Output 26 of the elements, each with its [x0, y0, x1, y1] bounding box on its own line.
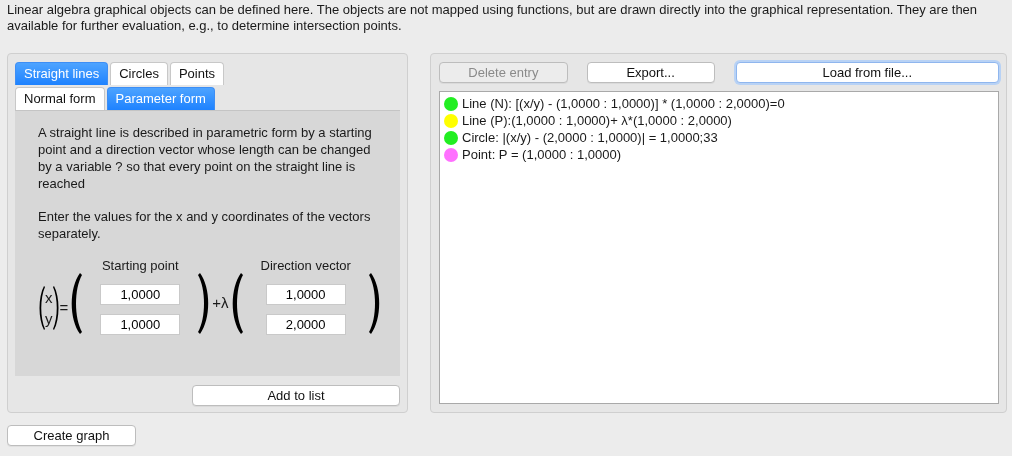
- field-label: Direction vector: [260, 257, 351, 275]
- add-to-list-button[interactable]: Add to list: [192, 385, 400, 406]
- parenthesis-icon: [38, 285, 45, 332]
- plus-lambda-text: +λ: [212, 293, 229, 313]
- list-entry[interactable]: Point: P = (1,0000 : 1,0000): [462, 146, 622, 163]
- list-entry[interactable]: Circle: |(x/y) - (2,0000 : 1,0000)| = 1,0000;33: [462, 129, 718, 146]
- number-field[interactable]: 1,0000: [100, 313, 181, 335]
- list-entry[interactable]: Line (P):(1,0000 : 1,0000)+ λ*(1,0000 : 2,0000): [462, 112, 732, 129]
- description-text: Enter the values for the x and y coordinates of the vectors separately.: [38, 208, 372, 242]
- description-text: A straight line is described in parametric form by a starting point and a direction vector whose length can be changed by a variable ? so that every point on the straight line is reached: [38, 124, 373, 192]
- parenthesis-icon: [52, 285, 60, 332]
- list-entry[interactable]: Line (N): [(x/y) - (1,0000 : 1,0000)] * (1,0000 : 2,0000)=0: [462, 95, 785, 112]
- toolbar-button[interactable]: Export...: [586, 62, 715, 83]
- variable-label: x: [45, 288, 53, 309]
- field-label: Starting point: [101, 257, 179, 275]
- tab[interactable]: Points: [169, 62, 225, 85]
- number-field[interactable]: 2,0000: [265, 313, 346, 335]
- create-graph-button[interactable]: Create graph: [7, 425, 136, 446]
- number-field[interactable]: 1,0000: [265, 283, 346, 305]
- intro-text: Linear algebra graphical objects can be defined here. The objects are not mapped using functions, but are drawn directly into the graphical representation. They are then available for further evaluation, e.g., to determine intersection points.: [7, 2, 979, 35]
- variable-label: y: [45, 309, 53, 330]
- equals-sign: =: [59, 298, 69, 318]
- number-field[interactable]: 1,0000: [100, 283, 181, 305]
- toolbar-button[interactable]: Load from file...: [735, 62, 999, 83]
- tab[interactable]: Normal form: [15, 87, 105, 110]
- tab[interactable]: Circles: [110, 62, 168, 85]
